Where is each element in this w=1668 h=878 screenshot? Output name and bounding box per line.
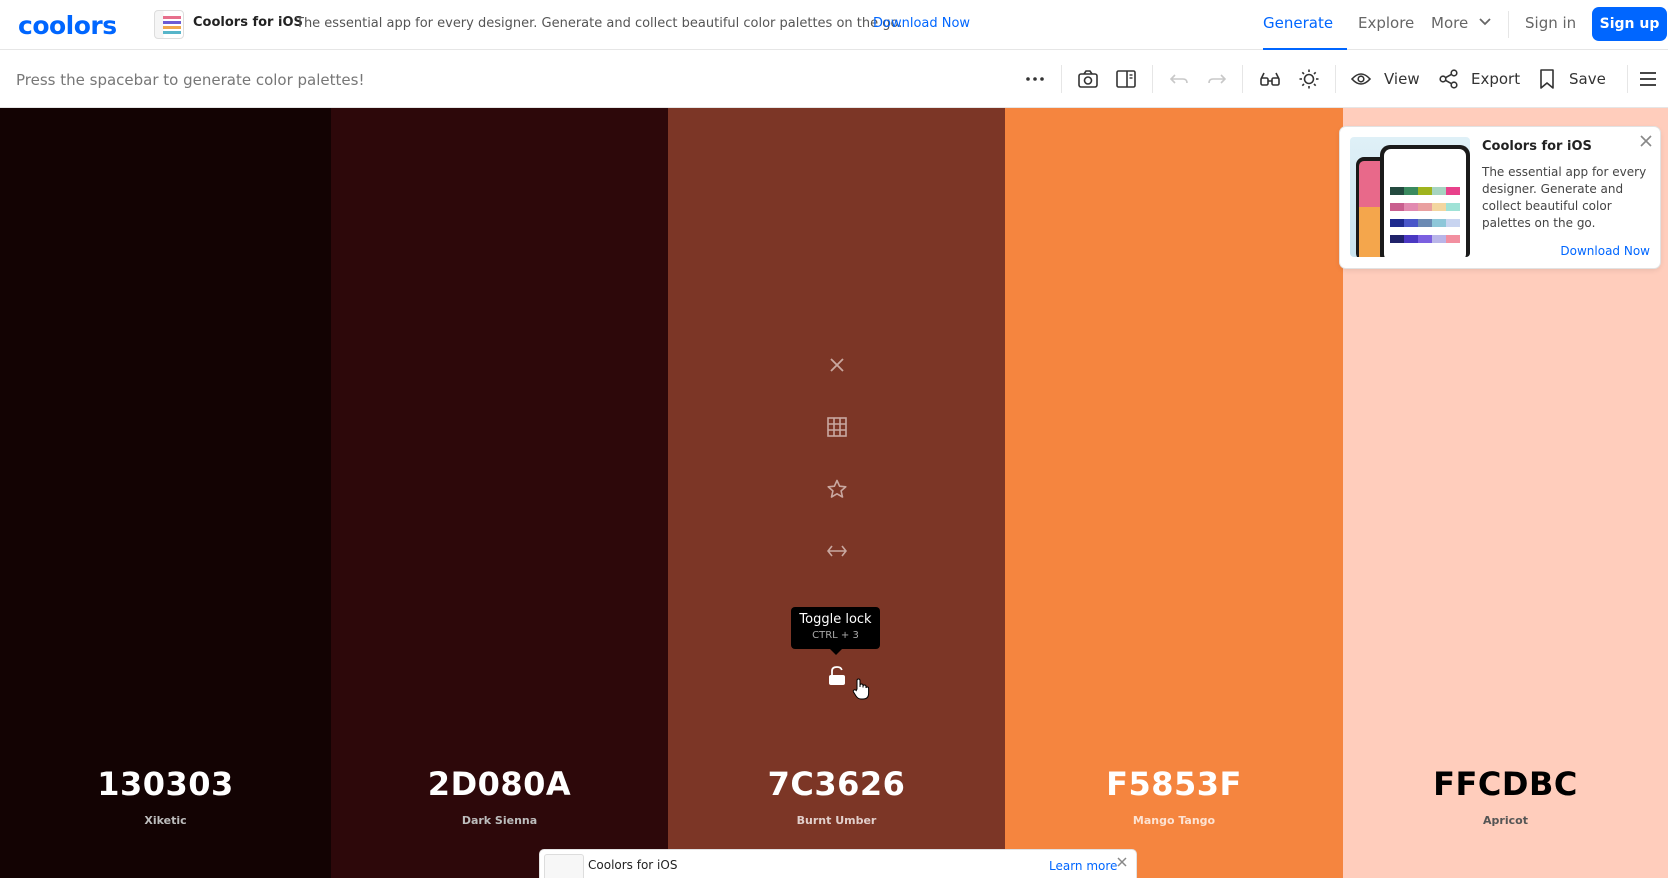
card-download-link[interactable]: Download Now [1560,244,1650,258]
undo-icon[interactable] [1167,67,1191,91]
nav-generate[interactable]: Generate [1263,14,1333,32]
sidebar-panel-icon[interactable] [1114,67,1138,91]
toolbar-divider [1061,65,1062,93]
more-dots-icon[interactable] [1023,67,1047,91]
color-name[interactable]: Burnt Umber [668,814,1005,827]
promo-title: Coolors for iOS [193,15,303,30]
tooltip-arrow [830,649,842,655]
sign-in-link[interactable]: Sign in [1525,14,1576,32]
sun-icon[interactable] [1297,67,1321,91]
unlock-icon[interactable] [822,661,852,691]
color-name[interactable]: Apricot [1343,814,1668,827]
card-text: The essential app for every designer. Ge… [1482,165,1647,230]
coolors-logo[interactable]: coolors [18,11,117,40]
ios-app-preview-image [1350,137,1470,257]
share-icon[interactable] [1437,67,1461,91]
top-navbar: coolors Coolors for iOS The essential ap… [0,0,1668,50]
remove-color-icon[interactable] [822,350,852,380]
camera-icon[interactable] [1076,67,1100,91]
promo-text: The essential app for every designer. Ge… [296,16,903,31]
card-title: Coolors for iOS [1482,139,1592,154]
color-hex[interactable]: 130303 [0,765,331,803]
view-button[interactable]: View [1384,70,1420,88]
palette-toolbar: Press the spacebar to generate color pal… [0,50,1668,108]
close-icon[interactable] [1638,133,1654,149]
glasses-icon[interactable] [1258,67,1282,91]
toolbar-divider [1152,65,1153,93]
eye-icon[interactable] [1349,67,1373,91]
promo-download-link[interactable]: Download Now [873,16,970,31]
chevron-down-icon[interactable] [1478,14,1492,32]
save-button[interactable]: Save [1569,70,1606,88]
bottom-promo-bar: Coolors for iOS Learn more [540,850,1136,878]
shades-grid-icon[interactable] [822,412,852,442]
ios-promo-card: Coolors for iOS The essential app for ev… [1340,127,1660,268]
color-column[interactable]: 130303 Xiketic [0,108,331,878]
toolbar-divider [1627,65,1628,93]
learn-more-link[interactable]: Learn more [1049,859,1117,873]
bookmark-icon[interactable] [1535,67,1559,91]
toolbar-divider [1335,65,1336,93]
sign-up-button[interactable]: Sign up [1592,7,1667,41]
tooltip-shortcut: CTRL + 3 [812,630,859,641]
color-name[interactable]: Mango Tango [1005,814,1343,827]
ios-app-thumbnail[interactable] [154,10,184,39]
nav-divider [1508,11,1509,38]
tooltip-title: Toggle lock [799,612,872,627]
color-hex[interactable]: 7C3626 [668,765,1005,803]
toolbar-divider [1242,65,1243,93]
nav-more[interactable]: More [1431,14,1468,32]
hamburger-menu-icon[interactable] [1636,67,1660,91]
hand-cursor-icon [852,678,870,704]
star-icon[interactable] [822,474,852,504]
close-icon[interactable] [1116,853,1128,872]
redo-icon[interactable] [1205,67,1229,91]
bottom-promo-title: Coolors for iOS [588,858,678,872]
color-name[interactable]: Dark Sienna [331,814,668,827]
toggle-lock-tooltip: Toggle lock CTRL + 3 [791,607,880,649]
color-hex[interactable]: 2D080A [331,765,668,803]
nav-explore[interactable]: Explore [1358,14,1414,32]
color-name[interactable]: Xiketic [0,814,331,827]
ios-app-thumbnail [544,854,584,878]
spacebar-hint: Press the spacebar to generate color pal… [16,71,365,89]
color-column[interactable]: 2D080A Dark Sienna [331,108,668,878]
color-hex[interactable]: F5853F [1005,765,1343,803]
drag-move-icon[interactable] [822,536,852,566]
color-column[interactable]: F5853F Mango Tango [1005,108,1343,878]
color-hex[interactable]: FFCDBC [1343,765,1668,803]
export-button[interactable]: Export [1471,70,1520,88]
